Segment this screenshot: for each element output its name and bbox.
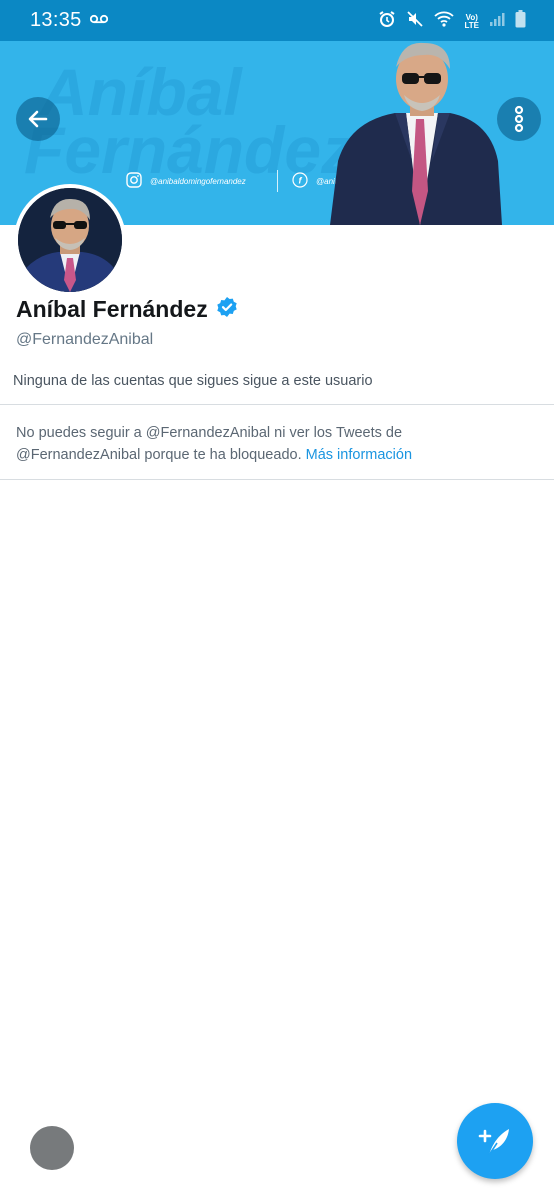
svg-text:f: f [299,176,303,186]
divider [0,404,554,405]
divider [0,479,554,480]
banner-instagram: @anibaldomingofernandez [126,172,246,190]
banner-photo-person [330,42,502,225]
banner-divider [277,170,278,192]
facebook-icon: f [292,172,308,190]
alarm-icon [378,10,396,33]
instagram-handle: @anibaldomingofernandez [150,176,246,186]
assistive-touch-button[interactable] [30,1126,74,1170]
signal-icon [489,11,505,32]
back-button[interactable] [16,97,60,141]
status-time: 13:35 [30,9,82,31]
verified-badge-icon [216,296,238,323]
compose-tweet-icon [478,1129,509,1156]
profile-name-row: Aníbal Fernández [16,296,238,323]
compose-tweet-button[interactable] [457,1103,533,1179]
lte-label: LTE [464,20,479,30]
instagram-icon [126,172,142,190]
more-options-button[interactable] [497,97,541,141]
arrow-left-icon [28,110,48,128]
battery-icon [515,10,526,33]
volte-indicator: Vo) LTE [464,13,479,30]
blocked-notice: No puedes seguir a @FernandezAnibal ni v… [16,422,446,466]
followers-you-know: Ninguna de las cuentas que sigues sigue … [13,373,373,389]
profile-handle: @FernandezAnibal [16,331,154,348]
more-vertical-icon [514,105,524,133]
mute-icon [406,10,424,33]
voicemail-icon [89,11,109,29]
wifi-icon [434,10,455,33]
more-info-link[interactable]: Más información [306,447,412,463]
status-bar: 13:35 Vo) LTE [0,0,554,41]
avatar[interactable] [14,184,126,296]
display-name: Aníbal Fernández [16,296,208,322]
